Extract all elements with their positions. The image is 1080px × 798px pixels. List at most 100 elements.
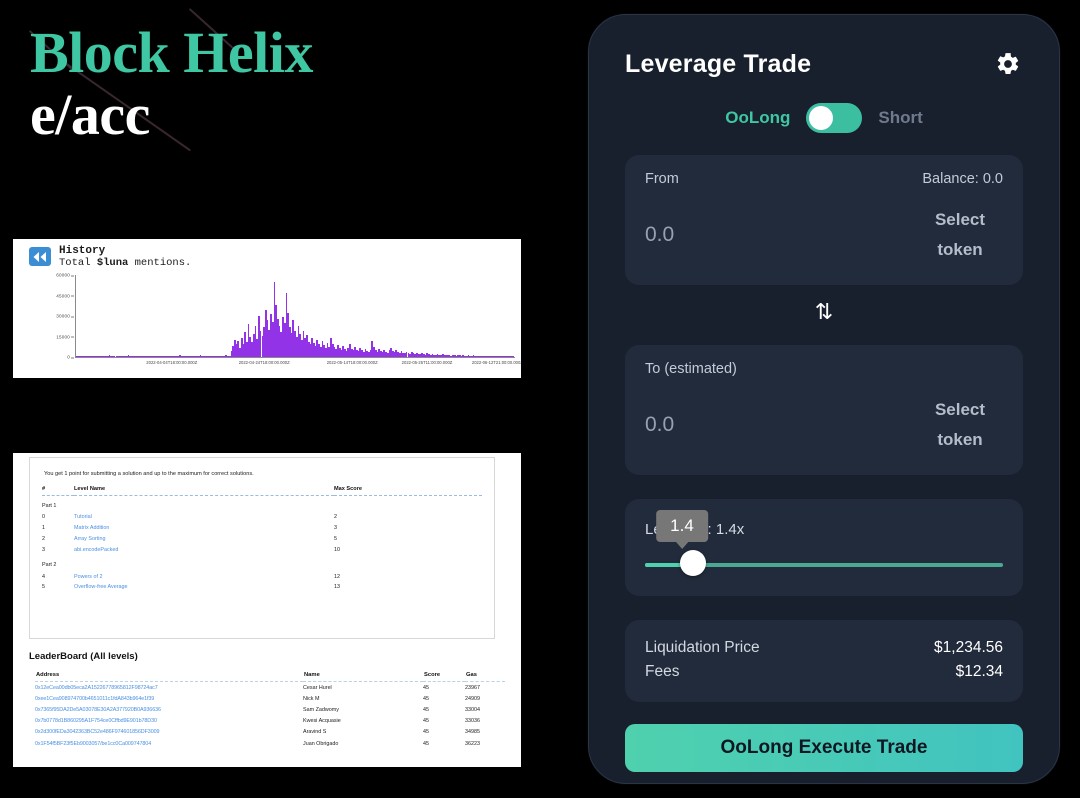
leverage-slider-thumb[interactable]	[680, 550, 706, 576]
levels-table: # Level Name Max Score Part 1 0 Tutorial 2 1…	[42, 486, 482, 593]
leaderboard-name: Juan Obrigado	[303, 740, 339, 747]
levels-col-max: Max Score	[334, 486, 362, 492]
levels-table-body: Part 1 0 Tutorial 2 1 Matrix Addition 3 2 Array …	[42, 496, 482, 593]
leaderboard-address[interactable]: 0x12eCea00db05eca2A15226778965812F98724a…	[35, 682, 303, 694]
chart-y-tick: 60000	[56, 272, 74, 278]
execute-trade-button[interactable]: OoLong Execute Trade	[625, 724, 1023, 772]
brand-line-1: Block Helix	[30, 20, 313, 85]
leverage-slider[interactable]: 1.4	[645, 510, 1003, 576]
history-header: History Total $luna mentions.	[13, 239, 521, 270]
chart-x-tick: 2022-04-04T18:00:00.000Z	[146, 360, 198, 365]
chart-x-tick: 2022-05-25T11:00:00.000Z	[401, 360, 453, 365]
table-row: 1 Matrix Addition 3	[42, 523, 482, 534]
leaderboard-gas: 33036	[465, 718, 480, 725]
leaderboard-score: 45	[423, 729, 429, 736]
history-subtitle-suffix: mentions.	[128, 257, 192, 269]
from-select-token-button[interactable]: Select token	[917, 205, 1003, 265]
leaderboard-score: 45	[423, 740, 429, 747]
history-subtitle: Total $luna mentions.	[59, 257, 191, 270]
leaderboard-address[interactable]: 0x7365f95DA2De5A03078E30A2A377920B0A9366…	[35, 704, 303, 715]
level-name-cell: Overflow-free Average	[74, 582, 334, 593]
leverage-value-tooltip: 1.4	[656, 510, 708, 542]
chart-bar	[512, 356, 514, 357]
leaderboard-header-row: Address Name Score Gas	[35, 671, 505, 682]
table-row: 0 Tutorial 2	[42, 512, 482, 523]
level-index: 3	[42, 546, 45, 553]
level-max-score: 10	[334, 546, 340, 553]
table-row: 5 Overflow-free Average 13	[42, 582, 482, 593]
levels-part-row: Part 1	[42, 496, 482, 513]
level-max-score: 3	[334, 525, 337, 532]
gear-icon[interactable]	[993, 49, 1023, 79]
level-name-cell: Tutorial	[74, 512, 334, 523]
level-link[interactable]: Powers of 2	[74, 574, 102, 580]
leaderboard-gas: 33004	[465, 706, 480, 713]
table-row: 0x7b0778d1B860295A1F754ce0Cffbd9E901b78D…	[35, 716, 505, 727]
table-row: 0x7365f95DA2De5A03078E30A2A377920B0A9366…	[35, 704, 505, 715]
leaderboard-gas: 36223	[465, 740, 480, 747]
level-link[interactable]: abi.encodePacked	[74, 547, 118, 553]
leaderboard-score: 45	[423, 695, 429, 702]
to-card: To (estimated) 0.0 Select token	[625, 345, 1023, 475]
chart-x-tick: 2022-05-14T18:00:00.000Z	[326, 360, 378, 365]
levels-header-row: # Level Name Max Score	[42, 486, 482, 496]
history-subtitle-prefix: Total	[59, 257, 97, 269]
leaderboard-name: Cesar Hurel	[303, 684, 332, 691]
from-label: From	[645, 171, 679, 187]
leaderboard-col-gas: Gas	[466, 672, 477, 678]
from-card: From Balance: 0.0 0.0 Select token	[625, 155, 1023, 285]
from-amount-input[interactable]: 0.0	[645, 223, 674, 247]
chart-x-tick: 2022-06-12T21:00:00.000Z	[471, 360, 523, 365]
level-index: 2	[42, 535, 45, 542]
toggle-label-short[interactable]: Short	[878, 108, 922, 128]
to-amount-input[interactable]: 0.0	[645, 413, 674, 437]
leaderboard-gas: 23967	[465, 684, 480, 691]
leaderboard-name: Sam Zadwomy	[303, 706, 339, 713]
level-link[interactable]: Array Sorting	[74, 536, 105, 542]
level-link[interactable]: Tutorial	[74, 514, 92, 520]
level-link[interactable]: Matrix Addition	[74, 525, 109, 531]
to-label: To (estimated)	[645, 361, 737, 377]
levels-col-name: Level Name	[74, 486, 106, 492]
leaderboard-address[interactable]: 0xee1Cea908974700b4651011c1fdA843b964e1f…	[35, 693, 303, 704]
swap-row: ⇅	[589, 301, 1059, 323]
rewind-icon[interactable]	[29, 247, 51, 266]
leaderboard-wrap: Address Name Score Gas 0x12eCea00db05eca…	[35, 671, 505, 749]
leaderboard-address[interactable]: 0x7b0778d1B860295A1F754ce0Cffbd9E901b78D…	[35, 716, 303, 727]
levels-part-label: Part 2	[42, 562, 57, 569]
level-name-cell: Array Sorting	[74, 534, 334, 545]
level-name-cell: Matrix Addition	[74, 523, 334, 534]
summary-row: Fees $12.34	[645, 660, 1003, 684]
levels-panel: You get 1 point for submitting a solutio…	[29, 457, 495, 639]
toggle-label-long[interactable]: OoLong	[725, 108, 790, 128]
chart-y-tick: 30000	[56, 313, 74, 319]
leaderboard-score: 45	[423, 718, 429, 725]
panel-header: Leverage Trade	[589, 15, 1059, 79]
leaderboard-title: LeaderBoard (All levels)	[29, 651, 138, 662]
chart-y-tick: 15000	[56, 334, 74, 339]
from-card-body: 0.0 Select token	[645, 205, 1003, 265]
leverage-trade-panel: Leverage Trade OoLong Short From Balance…	[588, 14, 1060, 784]
leaderboard-score: 45	[423, 706, 429, 713]
leaderboard-table-body: 0x12eCea00db05eca2A15226778965812F98724a…	[35, 682, 505, 750]
table-row: 4 Powers of 2 12	[42, 571, 482, 582]
leaderboard-address[interactable]: 0x2d300fEDa3042363BC52e486F974601856DF30…	[35, 727, 303, 738]
leverage-card: Leverage: 1.4x 1.4	[625, 499, 1023, 596]
level-link[interactable]: Overflow-free Average	[74, 584, 128, 590]
leaderboard-col-address: Address	[36, 672, 60, 678]
level-name-cell: abi.encodePacked	[74, 544, 334, 555]
swap-direction-icon[interactable]: ⇅	[815, 301, 833, 323]
history-subtitle-token: $luna	[96, 257, 129, 269]
leaderboard-address[interactable]: 0x1F54f5BF23f5Eb9003057/be1cc0Ca00974780…	[35, 738, 303, 749]
level-index: 4	[42, 573, 45, 580]
level-max-score: 5	[334, 535, 337, 542]
to-select-token-button[interactable]: Select token	[917, 395, 1003, 455]
history-title-block: History Total $luna mentions.	[59, 245, 191, 270]
position-side-toggle[interactable]	[806, 103, 863, 133]
level-max-score: 2	[334, 514, 337, 521]
chart-y-tick: 45000	[56, 293, 74, 298]
levels-document-card: You get 1 point for submitting a solutio…	[10, 450, 524, 770]
leaderboard-name: Nick M	[303, 695, 320, 702]
levels-part-label: Part 1	[42, 503, 57, 509]
table-row: 3 abi.encodePacked 10	[42, 544, 482, 555]
